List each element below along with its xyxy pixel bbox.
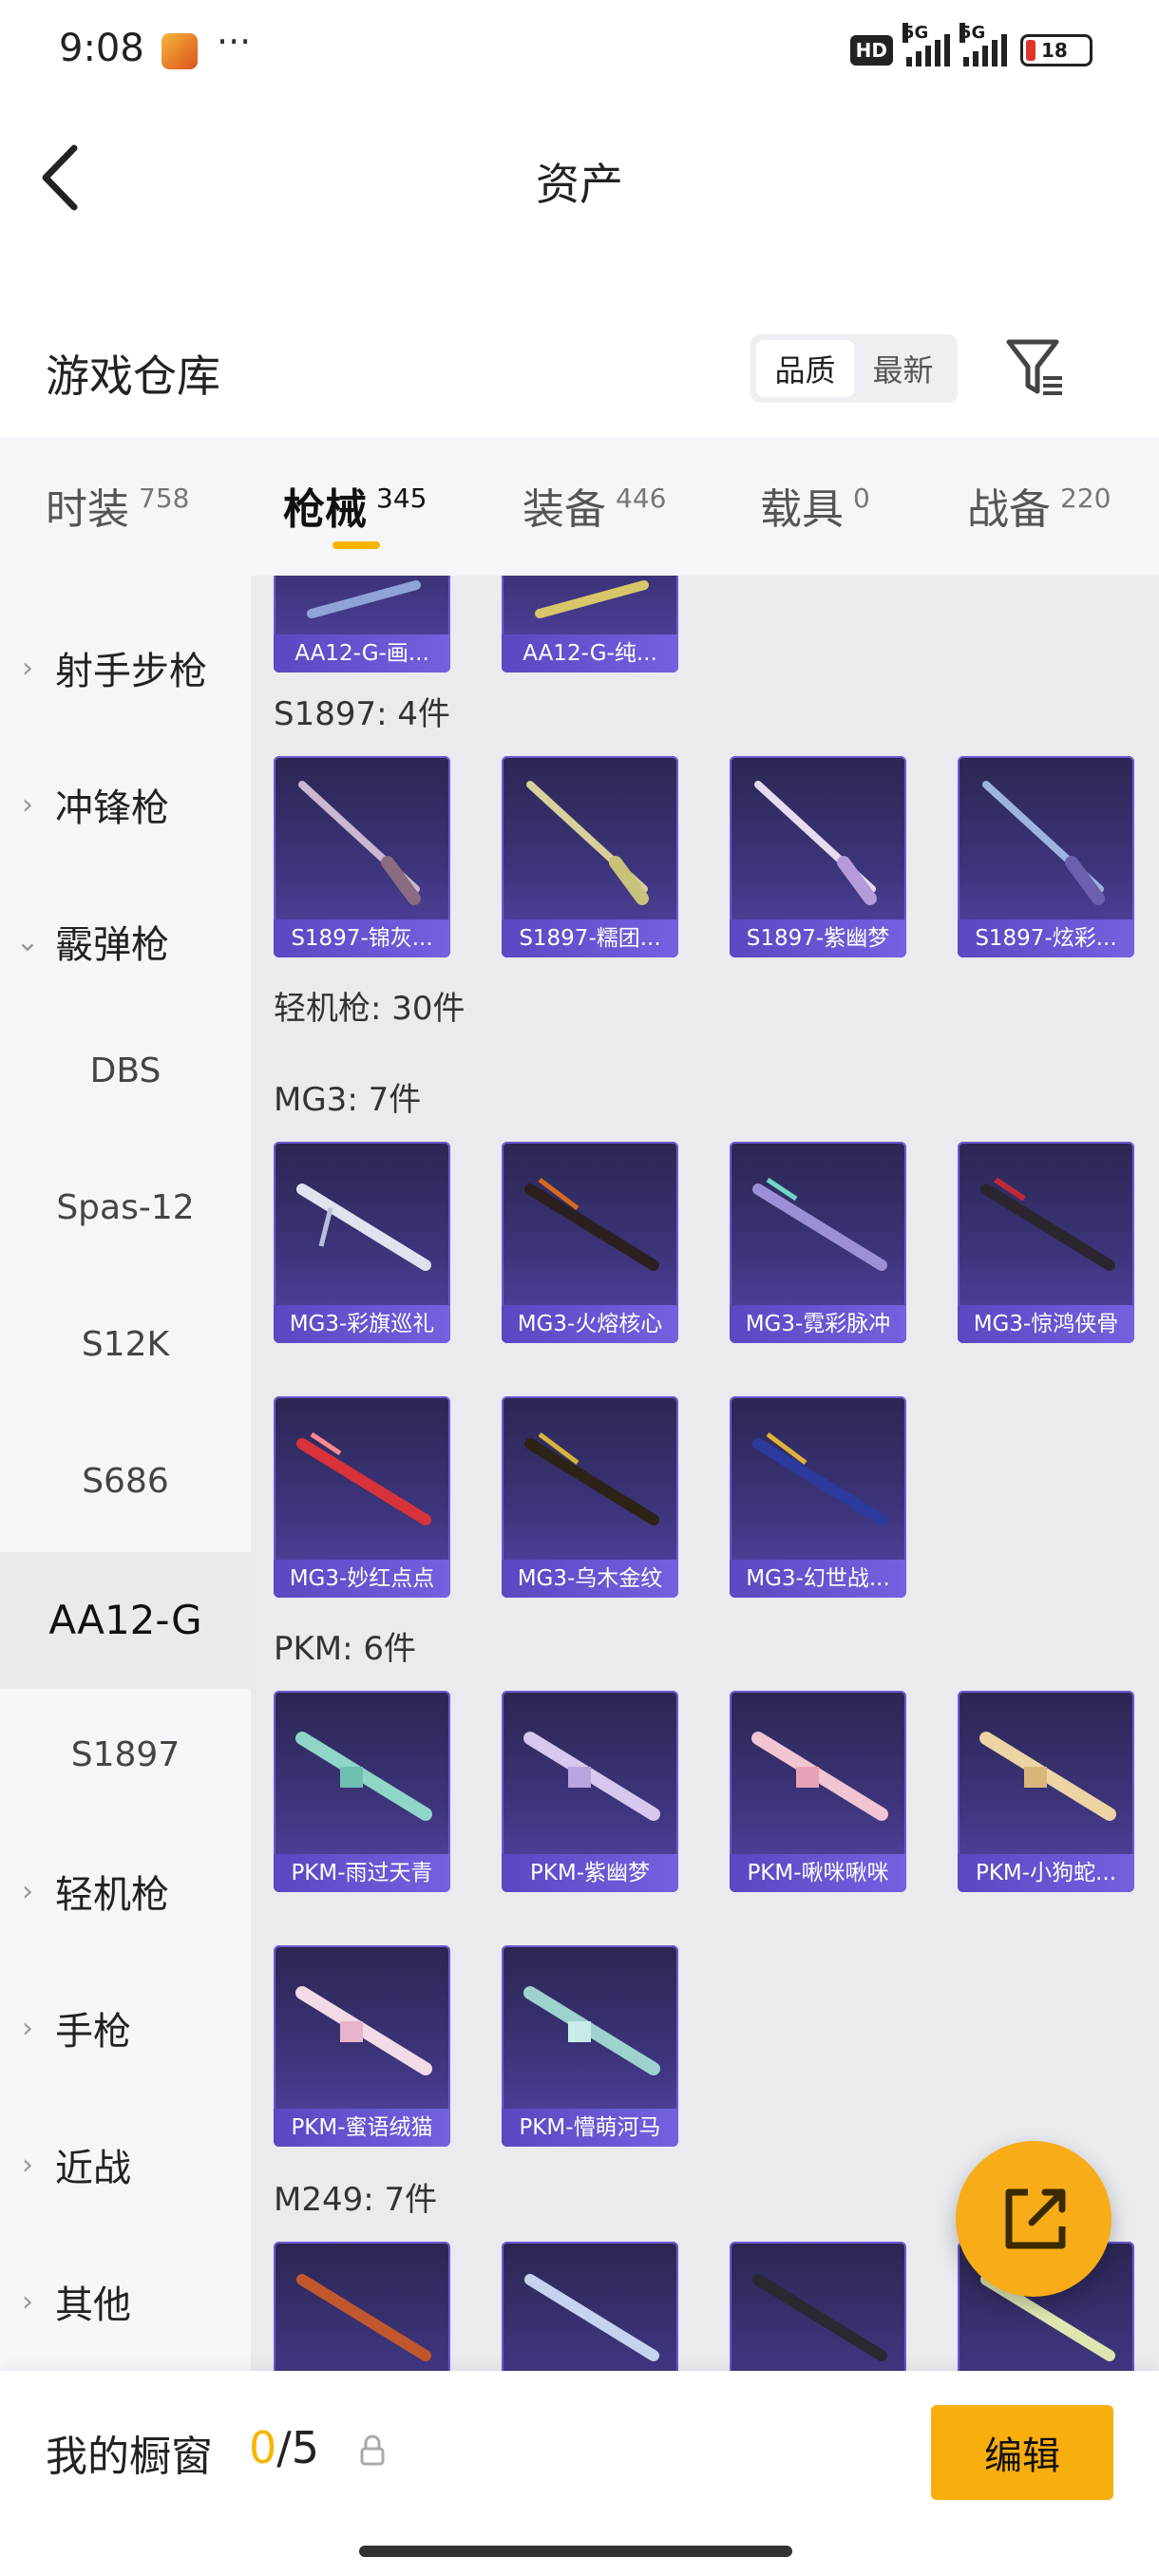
home-indicator[interactable] — [359, 2546, 792, 2557]
warehouse-title: 游戏仓库 — [46, 350, 220, 402]
chevron-right-icon: › — [22, 787, 33, 822]
share-icon — [1005, 2188, 1066, 2249]
sidebar-item-sniper[interactable]: › 射手步枪 — [0, 635, 251, 701]
chevron-right-icon: › — [22, 2284, 33, 2319]
item-card[interactable]: MG3-彩旗巡礼 — [274, 1142, 450, 1343]
tab-supplies[interactable]: 战备 220 — [967, 475, 1111, 536]
sidebar-item-smg[interactable]: › 冲锋枪 — [0, 771, 251, 838]
item-card[interactable] — [730, 2242, 906, 2371]
signal-icon-2: 5G — [960, 23, 1007, 66]
sort-newest-button[interactable]: 最新 — [854, 340, 952, 397]
status-time: 9:08 — [59, 27, 144, 70]
hd-voice-icon: HD — [849, 35, 893, 66]
group-header-mg3: MG3: 7件 — [274, 1081, 422, 1119]
item-card[interactable]: S1897-锦灰... — [274, 756, 450, 957]
battery-icon: 18 — [1020, 34, 1092, 66]
tab-guns[interactable]: 枪械 345 — [283, 475, 427, 536]
sidebar-sub-dbs[interactable]: DBS — [0, 1024, 251, 1119]
sidebar-item-shotgun[interactable]: ⌄ 霰弹枪 — [0, 908, 251, 975]
item-card[interactable]: MG3-火熔核心 — [502, 1142, 678, 1343]
item-card[interactable]: MG3-幻世战... — [730, 1396, 906, 1598]
item-card[interactable]: PKM-懵萌河马 — [502, 1945, 678, 2147]
item-card[interactable]: PKM-蜜语绒猫 — [274, 1945, 450, 2147]
chevron-down-icon: ⌄ — [15, 924, 40, 958]
group-header-lmg: 轻机枪: 30件 — [274, 990, 466, 1028]
tab-fashion[interactable]: 时装 758 — [46, 475, 189, 536]
item-card[interactable]: S1897-炫彩... — [958, 756, 1134, 957]
group-header-m249: M249: 7件 — [274, 2181, 438, 2219]
status-indicators: HD 5G 5G 18 — [849, 23, 1092, 66]
edit-button[interactable]: 编辑 — [931, 2405, 1113, 2500]
group-header-pkm: PKM: 6件 — [274, 1630, 417, 1668]
showcase-label: 我的橱窗 — [46, 2433, 213, 2481]
more-notifications-icon: ··· — [217, 21, 252, 63]
sidebar-item-melee[interactable]: › 近战 — [0, 2131, 251, 2198]
sort-toggle: 品质 最新 — [750, 334, 958, 403]
item-card[interactable]: PKM-小狗蛇... — [958, 1691, 1134, 1892]
item-card[interactable]: AA12-G-画... — [274, 576, 450, 672]
chevron-right-icon: › — [22, 2148, 33, 2182]
item-card[interactable]: MG3-惊鸿侠骨 — [958, 1142, 1134, 1343]
app-notification-icon — [162, 33, 198, 69]
tab-vehicles[interactable]: 载具 0 — [760, 475, 870, 536]
filter-icon[interactable] — [1005, 336, 1066, 399]
item-card[interactable]: S1897-紫幽梦 — [730, 756, 906, 957]
chevron-right-icon: › — [22, 651, 33, 685]
item-card[interactable]: MG3-乌木金纹 — [502, 1396, 678, 1598]
signal-icon: 5G — [902, 23, 950, 66]
sidebar-item-pistol[interactable]: › 手枪 — [0, 1995, 251, 2061]
sidebar-sub-s686[interactable]: S686 — [0, 1434, 251, 1529]
item-card[interactable]: S1897-糯团... — [502, 756, 678, 957]
tab-equipment[interactable]: 装备 446 — [522, 475, 666, 536]
item-card[interactable]: AA12-G-纯... — [502, 576, 678, 672]
item-card[interactable]: MG3-妙红点点 — [274, 1396, 450, 1598]
sidebar: › 射手步枪 › 冲锋枪 ⌄ 霰弹枪 DBS Spas-12 S12K S686 AA… — [0, 576, 251, 2371]
lock-icon — [360, 2434, 385, 2466]
page-title: 资产 — [536, 159, 623, 210]
sidebar-item-lmg[interactable]: › 轻机枪 — [0, 1858, 251, 1924]
chevron-right-icon: › — [22, 1874, 33, 1908]
category-tabs: 时装 758 枪械 345 装备 446 载具 0 战备 220 — [0, 437, 1159, 576]
item-card[interactable] — [274, 2242, 450, 2371]
sort-quality-button[interactable]: 品质 — [756, 340, 854, 397]
showcase-count: 0/5 — [249, 2422, 320, 2473]
sidebar-sub-s12k[interactable]: S12K — [0, 1297, 251, 1392]
group-header-s1897: S1897: 4件 — [274, 695, 451, 733]
item-card[interactable]: PKM-啾咪啾咪 — [730, 1691, 906, 1892]
chevron-right-icon: › — [22, 2011, 33, 2045]
item-card[interactable] — [502, 2242, 678, 2371]
sidebar-sub-aa12g[interactable]: AA12-G — [0, 1552, 251, 1689]
item-grid: AA12-G-画... AA12-G-纯... S1897: 4件 S1897-… — [251, 576, 1159, 2371]
active-tab-indicator — [332, 541, 380, 549]
sidebar-item-other[interactable]: › 其他 — [0, 2268, 251, 2335]
item-card[interactable]: PKM-雨过天青 — [274, 1691, 450, 1892]
share-button[interactable] — [956, 2141, 1112, 2297]
item-card[interactable]: PKM-紫幽梦 — [502, 1691, 678, 1892]
item-card[interactable]: MG3-霓彩脉冲 — [730, 1142, 906, 1343]
sidebar-sub-s1897[interactable]: S1897 — [0, 1708, 251, 1803]
sidebar-sub-spas12[interactable]: Spas-12 — [0, 1161, 251, 1256]
